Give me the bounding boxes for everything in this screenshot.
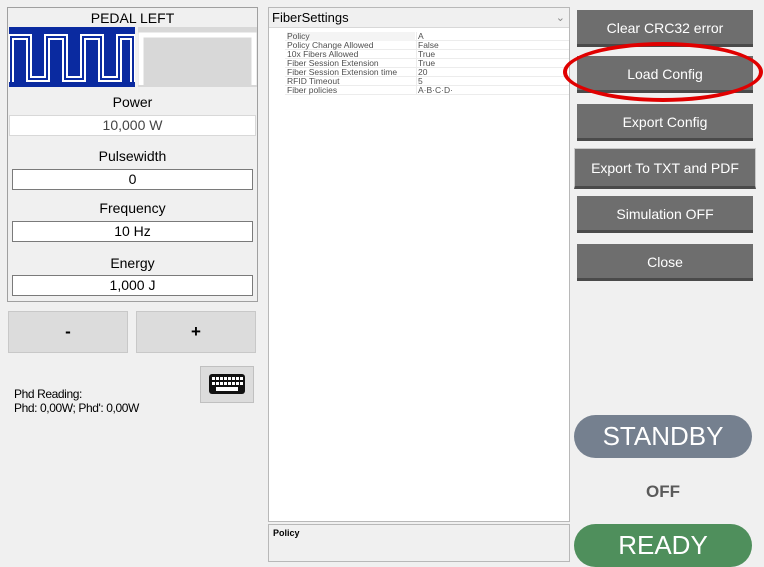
property-name: 10x Fibers Allowed: [287, 50, 359, 59]
frequency-field[interactable]: 10 Hz: [12, 221, 253, 242]
pulsewidth-label: Pulsewidth: [98, 148, 167, 164]
keyboard-icon: [209, 374, 245, 394]
property-grid-header[interactable]: FiberSettings ⌄: [269, 8, 569, 28]
pulse-waveform-icon: [8, 34, 136, 82]
pedal-settings-panel: PEDAL LEFT Power 10,000 W Pulsewidth 0 F…: [7, 7, 258, 302]
export-config-button[interactable]: Export Config: [577, 104, 753, 141]
pedal-title: PEDAL LEFT: [90, 10, 175, 26]
continuous-mode-button[interactable]: [138, 27, 257, 87]
power-value: 10,000 W: [9, 115, 256, 136]
pulsed-mode-button[interactable]: [8, 27, 136, 87]
phd-reading-value: Phd: 0,00W; Phd': 0,00W: [14, 401, 139, 415]
clear-crc32-error-button[interactable]: Clear CRC32 error: [577, 10, 753, 47]
property-value[interactable]: A·B·C·D·: [416, 86, 453, 95]
property-name: Fiber Session Extension: [287, 59, 379, 68]
continuous-waveform-icon: [138, 32, 257, 85]
property-name: Policy Change Allowed: [287, 41, 374, 50]
property-row-fiber-session-extension[interactable]: Fiber Session Extension True: [285, 59, 569, 68]
fiber-settings-property-grid[interactable]: FiberSettings ⌄ Policy A Policy Change A…: [268, 7, 570, 522]
energy-field[interactable]: 1,000 J: [12, 275, 253, 296]
keyboard-button[interactable]: [200, 366, 254, 403]
property-description-panel: Policy: [268, 524, 570, 562]
property-name: Fiber policies: [287, 86, 338, 95]
decrease-button[interactable]: -: [8, 311, 128, 353]
ready-status-button[interactable]: READY: [574, 524, 752, 567]
property-name: Policy: [287, 32, 415, 41]
energy-label: Energy: [110, 255, 155, 271]
property-name: Fiber Session Extension time: [287, 68, 398, 77]
property-description-title: Policy: [273, 528, 300, 538]
export-txt-pdf-button[interactable]: Export To TXT and PDF: [574, 148, 756, 189]
property-row-fiber-session-extension-time[interactable]: Fiber Session Extension time 20: [285, 68, 569, 77]
phd-reading-label: Phd Reading:: [14, 387, 82, 401]
frequency-label: Frequency: [99, 200, 166, 216]
chevron-down-icon[interactable]: ⌄: [556, 11, 565, 24]
pulsewidth-field[interactable]: 0: [12, 169, 253, 190]
standby-status-button[interactable]: STANDBY: [574, 415, 752, 458]
load-config-button[interactable]: Load Config: [577, 56, 753, 93]
property-grid-title: FiberSettings: [272, 10, 349, 25]
increase-button[interactable]: +: [136, 311, 256, 353]
simulation-toggle-button[interactable]: Simulation OFF: [577, 196, 753, 233]
property-row-fiber-policies[interactable]: Fiber policies A·B·C·D·: [285, 86, 569, 95]
close-button[interactable]: Close: [577, 244, 753, 281]
property-name: RFID Timeout: [287, 77, 340, 86]
power-label: Power: [112, 94, 153, 110]
laser-state-text: OFF: [646, 482, 680, 501]
